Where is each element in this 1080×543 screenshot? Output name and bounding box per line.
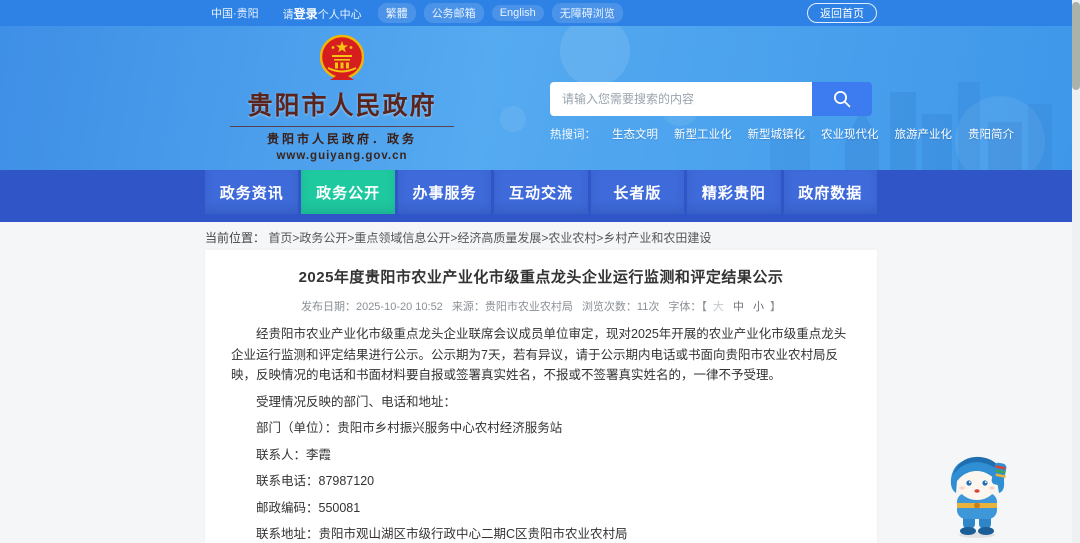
hot-word-agriculture[interactable]: 农业现代化 [821,126,879,142]
article-meta: 发布日期：2025-10-20 10:52 来源：贵阳市农业农村局 浏览次数：1… [231,298,851,314]
search-area: 热搜词： 生态文明 新型工业化 新型城镇化 农业现代化 旅游产业化 贵阳简介 [550,82,1014,142]
hot-word-urbanization[interactable]: 新型城镇化 [748,126,806,142]
hot-search-row: 热搜词： 生态文明 新型工业化 新型城镇化 农业现代化 旅游产业化 贵阳简介 [550,126,1014,142]
nav-item-news[interactable]: 政务资讯 [205,170,299,214]
article-paragraph: 经贵阳市农业产业化市级重点龙头企业联席会议成员单位审定，现对2025年开展的农业… [231,327,847,382]
top-utility-bar: 中国·贵阳 请登录个人中心 繁體 公务邮箱 English 无障碍浏览 返回首页 [0,0,1080,26]
article-card: 2025年度贵阳市农业产业化市级重点龙头企业运行监测和评定结果公示 发布日期：2… [205,250,877,543]
view-count: 浏览次数：11次 [581,301,660,313]
font-size-end: 】 [770,301,782,313]
search-button[interactable] [812,82,872,116]
mascot-assistant-icon[interactable] [941,451,1013,539]
main-nav-bar: 政务资讯 政务公开 办事服务 互动交流 长者版 精彩贵阳 政府数据 [0,170,1080,222]
site-subtitle: 贵阳市人民政府．政务 [266,132,417,146]
article-paragraph: 联系人：李霞 [256,447,332,462]
article-paragraph: 联系电话：87987120 [256,474,375,488]
site-banner: 贵阳市人民政府 贵阳市人民政府．政务 www.guiyang.gov.cn 热搜… [0,26,1080,170]
hot-word-industry[interactable]: 新型工业化 [674,126,732,142]
scrollbar-thumb[interactable] [1072,2,1080,90]
site-title: 贵阳市人民政府 [247,92,437,120]
search-icon [834,91,851,108]
topbar-link-english[interactable]: English [491,5,544,21]
breadcrumb-label: 当前位置： [205,231,266,245]
cityscape-silhouette [1028,104,1052,170]
article-paragraph: 部门（单位）：贵阳市乡村振兴服务中心农村经济服务站 [256,421,563,435]
article-title: 2025年度贵阳市农业产业化市级重点龙头企业运行监测和评定结果公示 [298,269,784,286]
nav-item-interaction[interactable]: 互动交流 [494,170,588,214]
article-paragraph: 受理情况反映的部门、电话和地址： [256,394,457,409]
national-emblem-icon [320,34,364,80]
breadcrumb-path[interactable]: 首页>政务公开>重点领域信息公开>经济高质量发展>农业农村>乡村产业和农田建设 [268,231,711,245]
topbar-link-region[interactable]: 中国·贵阳 [203,3,267,23]
nav-item-disclosure[interactable]: 政务公开 [301,170,395,214]
topbar-link-traditional[interactable]: 繁體 [377,3,416,23]
nav-item-highlights[interactable]: 精彩贵阳 [687,170,781,214]
topbar-links: 中国·贵阳 请登录个人中心 繁體 公务邮箱 English 无障碍浏览 [203,3,623,24]
scrollbar-track[interactable] [1072,0,1080,543]
logo-divider [230,126,454,127]
banner-decoration [500,106,526,132]
nav-item-senior[interactable]: 长者版 [590,170,685,214]
hot-word-intro[interactable]: 贵阳简介 [968,126,1014,142]
breadcrumb: 当前位置： 首页>政务公开>重点领域信息公开>经济高质量发展>农业农村>乡村产业… [205,229,711,246]
back-to-home-button[interactable]: 返回首页 [807,3,877,23]
article-paragraph: 联系地址：贵阳市观山湖区市级行政中心二期C区贵阳市农业农村局 [256,527,628,541]
font-size-medium[interactable]: 中 [733,301,744,313]
hot-search-label: 热搜词： [550,129,596,141]
banner-decoration [560,26,630,86]
topbar-link-login[interactable]: 请登录个人中心 [275,3,370,24]
font-size-label: 字体：【 [668,301,707,313]
cityscape-silhouette [922,114,952,170]
site-url: www.guiyang.gov.cn [276,150,408,162]
hot-word-ecology[interactable]: 生态文明 [612,126,658,142]
font-size-small[interactable]: 小 [753,301,764,313]
publish-date: 发布日期：2025-10-20 10:52 [300,301,443,313]
article-source: 来源：贵阳市农业农村局 [451,301,573,313]
font-size-large[interactable]: 大 [713,301,724,313]
topbar-link-mailbox[interactable]: 公务邮箱 [423,3,484,23]
login-post: 个人中心 [317,8,362,21]
topbar-link-accessibility[interactable]: 无障碍浏览 [551,3,623,23]
page: 中国·贵阳 请登录个人中心 繁體 公务邮箱 English 无障碍浏览 返回首页 [0,0,1080,543]
site-logo[interactable]: 贵阳市人民政府 贵阳市人民政府．政务 www.guiyang.gov.cn [212,34,472,162]
nav-item-services[interactable]: 办事服务 [397,170,492,214]
login-bold: 登录 [293,6,318,21]
hot-word-tourism[interactable]: 旅游产业化 [895,126,953,142]
login-pre: 请 [282,8,294,21]
search-input[interactable] [550,82,812,116]
nav-item-data[interactable]: 政府数据 [783,170,877,214]
article-paragraph: 邮政编码：550081 [256,500,361,515]
article-body: 经贵阳市农业产业化市级重点龙头企业联席会议成员单位审定，现对2025年开展的农业… [231,324,851,543]
